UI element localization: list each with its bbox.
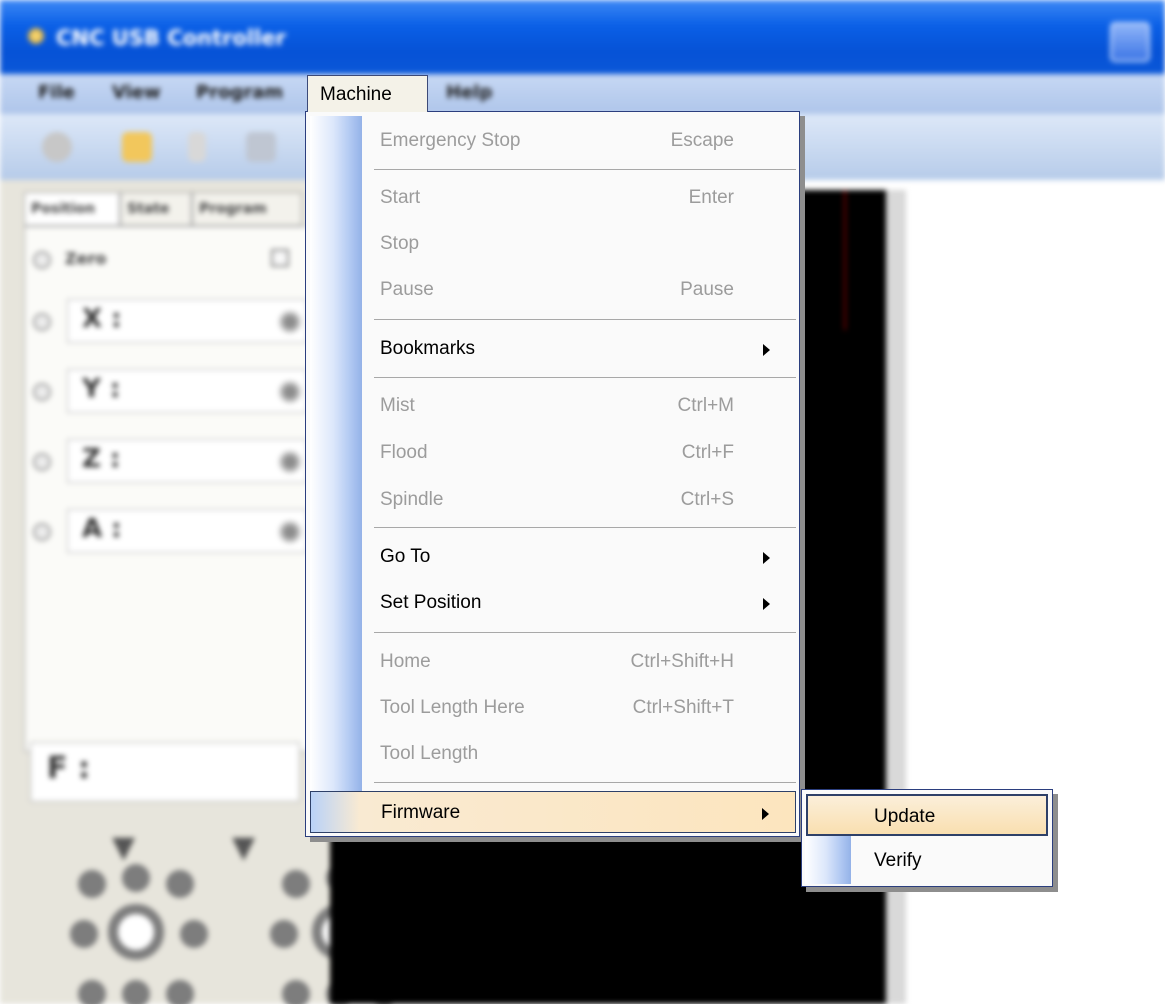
menu-help[interactable]: Help [446, 82, 492, 103]
axis-x-field[interactable]: X : [67, 299, 307, 343]
jog-button-icon[interactable] [282, 980, 310, 1004]
jog-button-icon[interactable] [78, 870, 106, 898]
jog-button-icon[interactable] [270, 920, 298, 948]
menu-file[interactable]: File [38, 82, 75, 103]
save-icon[interactable] [246, 132, 276, 162]
menu-item-set-position[interactable]: Set Position [362, 582, 796, 624]
firmware-submenu: Update Verify [801, 789, 1053, 887]
submenu-item-verify[interactable]: Verify [806, 840, 1048, 882]
app-icon [28, 28, 44, 44]
menu-item-mist[interactable]: Mist Ctrl+M [362, 385, 796, 427]
jog-button-icon[interactable] [122, 864, 150, 892]
jog-button-icon[interactable] [166, 870, 194, 898]
menu-separator [374, 169, 796, 170]
submenu-arrow-icon [762, 808, 769, 820]
title-bar[interactable]: CNC USB Controller [0, 0, 1165, 74]
axis-y-field[interactable]: Y : [67, 369, 307, 413]
gear-icon[interactable] [279, 521, 301, 543]
tab-strip: Position State Program [24, 192, 324, 226]
submenu-arrow-icon [763, 552, 770, 564]
axis-z-radio[interactable] [33, 453, 51, 471]
jog-up-arrow-icon[interactable]: ▼ [232, 830, 255, 865]
menu-item-stop[interactable]: Stop [362, 223, 796, 265]
axis-x-radio[interactable] [33, 313, 51, 331]
menu-item-pause[interactable]: Pause Pause [362, 269, 796, 311]
machine-menu: Emergency Stop Escape Start Enter Stop P… [305, 111, 800, 837]
window-control-button[interactable] [1110, 22, 1150, 62]
jog-center-icon[interactable] [108, 904, 164, 960]
run-icon[interactable] [188, 132, 206, 162]
gear-icon[interactable] [279, 381, 301, 403]
menu-view[interactable]: View [112, 82, 161, 103]
menu-item-firmware[interactable]: Firmware [310, 791, 796, 833]
tab-state[interactable]: State [120, 192, 192, 226]
menu-item-bookmarks[interactable]: Bookmarks [362, 328, 796, 370]
jog-button-icon[interactable] [70, 920, 98, 948]
submenu-arrow-icon [763, 598, 770, 610]
axis-z-field[interactable]: Z : [67, 439, 307, 483]
window-title: CNC USB Controller [56, 26, 286, 50]
jog-button-icon[interactable] [166, 980, 194, 1004]
menu-program[interactable]: Program [196, 82, 283, 103]
submenu-arrow-icon [763, 344, 770, 356]
jog-button-icon[interactable] [122, 980, 150, 1004]
menu-item-home[interactable]: Home Ctrl+Shift+H [362, 641, 796, 683]
menu-separator [374, 527, 796, 528]
zero-checkbox[interactable] [271, 249, 289, 267]
jog-up-arrow-icon[interactable]: ▼ [112, 830, 135, 865]
gear-icon[interactable] [279, 451, 301, 473]
position-group: Zero X : Y : Z : A : [24, 226, 324, 752]
submenu-item-update[interactable]: Update [806, 794, 1048, 836]
zero-radio[interactable] [33, 251, 51, 269]
jog-button-icon[interactable] [282, 870, 310, 898]
toolpath-line [844, 190, 846, 330]
feed-field[interactable]: F : [30, 742, 300, 802]
menu-item-spindle[interactable]: Spindle Ctrl+S [362, 479, 796, 521]
tab-position[interactable]: Position [24, 192, 120, 226]
jog-button-icon[interactable] [78, 980, 106, 1004]
new-icon[interactable] [42, 132, 72, 162]
menu-separator [374, 782, 796, 783]
menu-item-emergency-stop[interactable]: Emergency Stop Escape [362, 120, 796, 162]
tab-program[interactable]: Program [192, 192, 302, 226]
axis-a-radio[interactable] [33, 523, 51, 541]
axis-a-field[interactable]: A : [67, 509, 307, 553]
menu-separator [374, 319, 796, 320]
menu-item-start[interactable]: Start Enter [362, 177, 796, 219]
menu-item-go-to[interactable]: Go To [362, 536, 796, 578]
menu-bar: File View Program Help [0, 74, 1165, 114]
menu-icon-strip [310, 116, 362, 832]
menu-separator [374, 377, 796, 378]
menu-item-tool-length[interactable]: Tool Length [362, 733, 796, 775]
menu-item-tool-length-here[interactable]: Tool Length Here Ctrl+Shift+T [362, 687, 796, 729]
menu-item-flood[interactable]: Flood Ctrl+F [362, 432, 796, 474]
open-folder-icon[interactable] [122, 132, 152, 162]
menu-separator [374, 632, 796, 633]
machine-menu-header[interactable]: Machine [307, 75, 428, 112]
jog-button-icon[interactable] [180, 920, 208, 948]
gear-icon[interactable] [279, 311, 301, 333]
axis-y-radio[interactable] [33, 383, 51, 401]
zero-label: Zero [65, 249, 107, 268]
